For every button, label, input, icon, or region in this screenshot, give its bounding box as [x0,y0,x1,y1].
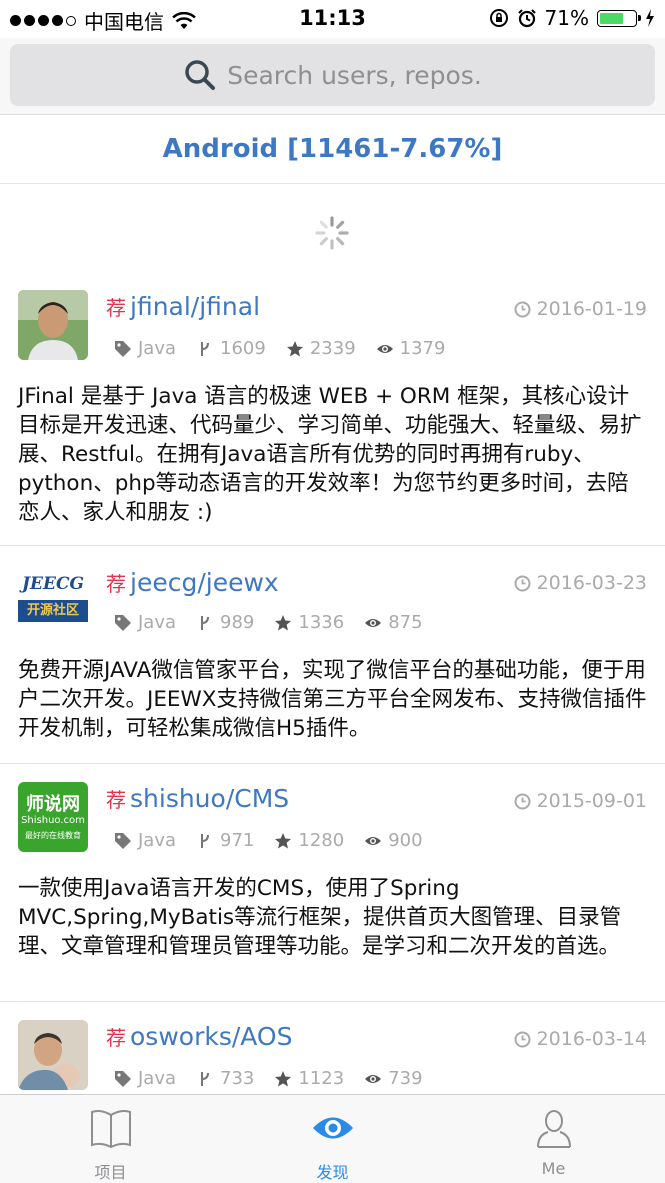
eye-icon [376,344,393,353]
repo-stars: 1123 [298,1068,345,1089]
fork-icon [201,833,210,848]
fork-icon [201,1071,210,1086]
avatar[interactable]: 师说网 Shishuo.com 最好的在线教育 [18,782,88,852]
repo-language: Java [138,338,177,359]
repo-name-link[interactable]: jfinal/jfinal [130,292,260,321]
avatar[interactable] [18,290,88,360]
search-placeholder: Search users, repos. [227,60,482,90]
tag-icon [115,614,131,631]
battery-percent: 71% [544,6,589,30]
eye-icon [365,1074,382,1083]
search-icon [185,60,216,90]
clock-icon [514,301,531,317]
avatar[interactable]: JEECG 开源社区 [18,566,88,636]
charging-icon [646,9,654,27]
clock-icon [514,793,531,809]
star-icon [286,340,303,356]
search-input[interactable]: Search users, repos. [10,44,655,106]
repo-forks: 989 [220,612,255,633]
repo-stars: 1336 [298,612,345,633]
repo-name-link[interactable]: shishuo/CMS [130,784,289,813]
tab-label: 项目 [94,1163,127,1182]
avatar-logo-tagline: 最好的在线教育 [25,831,81,840]
star-icon [275,1070,292,1086]
repo-date: 2016-03-14 [536,1028,647,1050]
avatar-logo-subtext: Shishuo.com [21,815,85,826]
repo-language: Java [138,830,177,851]
repo-list-item[interactable]: 荐 osworks/AOS 2016-03-14 Java 733 1123 7… [0,1002,665,1094]
repo-description: 免费开源JAVA微信管家平台，实现了微信平台的基础功能，便于用户二次开发。JEE… [18,658,647,741]
battery-icon [597,9,641,27]
star-icon [275,614,292,630]
search-bar-container: Search users, repos. [0,38,665,115]
tab-projects[interactable]: 项目 [0,1095,221,1183]
recommend-badge: 荐 [106,1026,126,1050]
fork-icon [201,615,210,630]
book-icon [90,1110,131,1149]
alarm-icon [517,9,536,28]
avatar-logo-text: JEECG [21,574,84,594]
tag-icon [115,832,131,849]
clock-icon [514,575,531,591]
repo-stars: 1280 [298,830,345,851]
recommend-badge: 荐 [106,296,126,320]
tab-label: Me [541,1159,566,1178]
repo-name-link[interactable]: jeecg/jeewx [130,568,279,597]
repo-language: Java [138,1068,177,1089]
rotation-lock-icon [489,9,508,27]
repo-date: 2016-03-23 [536,572,647,594]
repo-watchers: 900 [388,830,423,851]
eye-icon [312,1117,353,1139]
person-icon [536,1110,571,1148]
repo-name-link[interactable]: osworks/AOS [130,1022,292,1051]
avatar-logo-text: 师说网 [26,794,80,815]
tab-label: 发现 [316,1163,349,1182]
tab-me[interactable]: Me [443,1095,664,1183]
repo-watchers: 875 [388,612,423,633]
repo-date: 2015-09-01 [536,790,647,812]
recommend-badge: 荐 [106,788,126,812]
tab-discover[interactable]: 发现 [222,1095,443,1183]
repo-forks: 733 [220,1068,255,1089]
repo-list-item[interactable]: JEECG 开源社区 荐 jeecg/jeewx 2016-03-23 Java… [0,546,665,764]
recommend-badge: 荐 [106,572,126,596]
avatar-logo-subtext: 开源社区 [18,600,88,622]
repo-description: JFinal 是基于 Java 语言的极速 WEB + ORM 框架，其核心设计… [18,384,642,525]
star-icon [275,832,292,848]
repo-date: 2016-01-19 [536,298,647,320]
status-bar: 中国电信 11:13 71% [0,0,665,38]
tag-icon [115,1070,131,1087]
topic-title[interactable]: Android [11461-7.67%] [0,115,665,184]
tag-icon [115,340,131,357]
repo-forks: 971 [220,830,255,851]
tab-bar: 项目 发现 Me [0,1094,665,1183]
repo-watchers: 1379 [399,338,446,359]
repo-list-item[interactable]: 荐 jfinal/jfinal 2016-01-19 Java 1609 233… [0,270,665,546]
eye-icon [365,618,382,627]
avatar[interactable] [18,1020,88,1090]
repo-language: Java [138,612,177,633]
repo-description: 一款使用Java语言开发的CMS，使用了Spring MVC,Spring,My… [18,876,622,959]
clock-icon [514,1031,531,1047]
eye-icon [365,836,382,845]
repo-stars: 2339 [309,338,356,359]
repo-list-item[interactable]: 师说网 Shishuo.com 最好的在线教育 荐 shishuo/CMS 20… [0,764,665,1002]
fork-icon [201,341,210,356]
repo-watchers: 739 [388,1068,423,1089]
repo-forks: 1609 [220,338,266,359]
loading-spinner-icon [315,216,349,250]
